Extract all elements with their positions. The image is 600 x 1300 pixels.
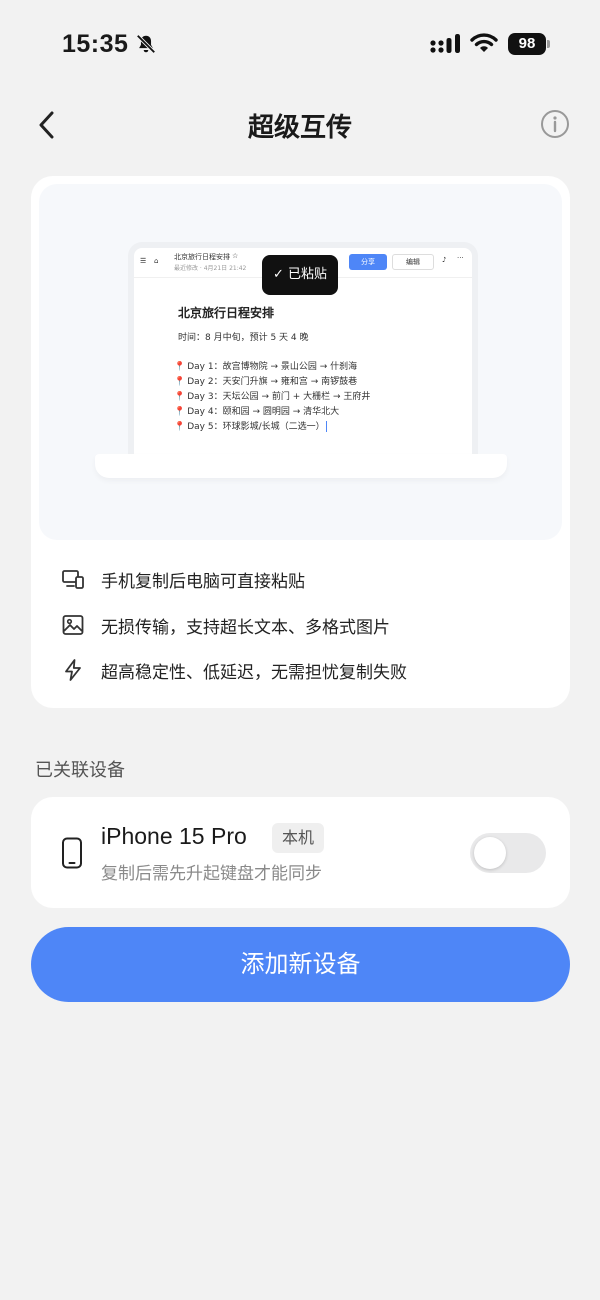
device-sync-toggle[interactable]	[470, 833, 546, 873]
feature-text: 无损传输，支持超长文本、多格式图片	[101, 618, 390, 638]
text-caret	[325, 421, 327, 432]
this-device-badge: 本机	[272, 823, 325, 853]
doc-meta: 最近修改 · 4月21日 21:42	[174, 265, 247, 272]
doc-subtitle: 时间：8 月中旬，预计 5 天 4 晚	[178, 333, 309, 343]
page-title: 超级互传	[247, 113, 352, 143]
device-description: 复制后需先升起键盘才能同步	[101, 864, 322, 884]
feature-text: 超高稳定性、低延迟，无需担忧复制失败	[101, 663, 407, 683]
device-name: iPhone 15 Pro	[101, 823, 247, 849]
laptop-base	[95, 454, 507, 478]
signal-icon	[430, 34, 460, 53]
doc-day-4: 📍 Day 4：颐和园 → 圆明园 → 清华北大	[174, 407, 340, 417]
feature-card: ☰ ⌂ 北京旅行日程安排 ☆ 最近修改 · 4月21日 21:42 分享 编辑 …	[31, 176, 570, 708]
toggle-knob	[474, 837, 506, 869]
add-device-button[interactable]: 添加新设备	[31, 927, 570, 1002]
feature-text: 手机复制后电脑可直接粘贴	[101, 572, 305, 592]
image-icon	[62, 615, 84, 635]
home-icon: ⌂	[154, 257, 159, 265]
nav-bar: 超级互传	[0, 95, 600, 155]
doc-share-button: 分享	[349, 254, 387, 270]
doc-more-icon: ···	[457, 254, 464, 262]
feature-item: 手机复制后电脑可直接粘贴	[61, 564, 541, 594]
doc-day-5: 📍 Day 5：环球影城/长城（二选一）	[174, 421, 327, 432]
pin-icon: 📍	[174, 407, 186, 417]
battery-level: 98	[508, 33, 546, 55]
wifi-icon	[470, 33, 498, 52]
pin-icon: 📍	[174, 422, 186, 432]
phone-icon	[62, 837, 82, 869]
doc-day-3: 📍 Day 3：天坛公园 → 前门 + 大栅栏 → 王府井	[174, 392, 371, 402]
feature-item: 无损传输，支持超长文本、多格式图片	[61, 610, 541, 640]
status-time: 15:35	[62, 30, 129, 58]
doc-name: 北京旅行日程安排	[174, 253, 230, 261]
battery-cap	[547, 40, 550, 48]
pin-icon: 📍	[174, 362, 186, 372]
doc-bell-icon: ♪	[442, 256, 447, 264]
doc-edit-button: 编辑	[392, 254, 434, 270]
info-icon[interactable]	[538, 107, 572, 141]
menu-icon: ☰	[140, 257, 147, 265]
pin-icon: 📍	[174, 392, 186, 402]
pasted-toast: ✓ 已粘贴	[262, 255, 338, 295]
preview-illustration: ☰ ⌂ 北京旅行日程安排 ☆ 最近修改 · 4月21日 21:42 分享 编辑 …	[39, 184, 562, 540]
device-card: iPhone 15 Pro 本机 复制后需先升起键盘才能同步	[31, 797, 570, 908]
feature-item: 超高稳定性、低延迟，无需担忧复制失败	[61, 655, 541, 685]
doc-day-2: 📍 Day 2：天安门升旗 → 雍和宫 → 南锣鼓巷	[174, 377, 358, 387]
status-bar: 15:35 98	[0, 0, 600, 90]
bell-muted-icon	[136, 34, 156, 54]
section-label-linked-devices: 已关联设备	[35, 760, 125, 781]
devices-icon	[62, 570, 84, 589]
battery-indicator: 98	[508, 33, 550, 55]
star-icon: ☆	[232, 252, 239, 260]
pin-icon: 📍	[174, 377, 186, 387]
lightning-icon	[65, 659, 81, 681]
doc-day-1: 📍 Day 1：故宫博物院 → 景山公园 → 什刹海	[174, 362, 358, 372]
doc-title: 北京旅行日程安排	[178, 306, 275, 320]
